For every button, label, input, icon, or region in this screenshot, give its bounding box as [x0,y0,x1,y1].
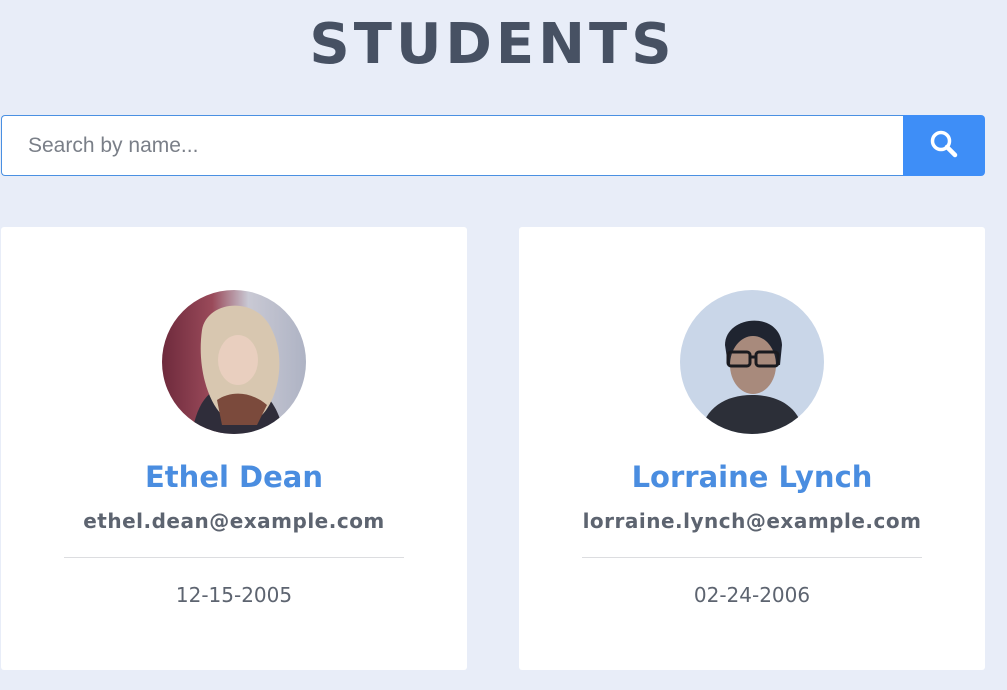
student-name[interactable]: Ethel Dean [1,457,467,497]
search-input[interactable] [1,115,903,176]
search-button[interactable] [903,115,985,176]
student-card[interactable]: Ethel Dean ethel.dean@example.com 12-15-… [1,227,467,670]
page-title: STUDENTS [309,12,676,77]
divider [64,557,404,558]
student-name[interactable]: Lorraine Lynch [519,457,985,497]
student-email: ethel.dean@example.com [83,509,385,533]
student-card[interactable]: Lorraine Lynch lorraine.lynch@example.co… [519,227,985,670]
student-email: lorraine.lynch@example.com [582,509,922,533]
search-bar [1,115,985,176]
avatar [680,290,824,434]
divider [582,557,922,558]
search-icon [929,129,959,162]
student-dob: 12-15-2005 [175,583,293,607]
avatar [162,290,306,434]
student-dob: 02-24-2006 [693,583,811,607]
